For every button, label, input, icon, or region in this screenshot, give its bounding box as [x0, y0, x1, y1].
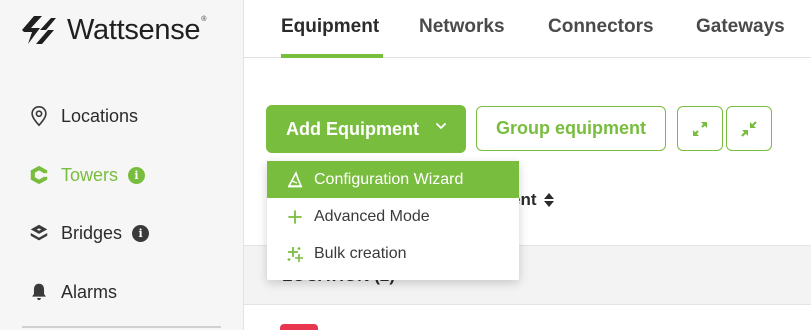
menu-item-advanced-mode[interactable]: Advanced Mode — [267, 198, 519, 235]
expand-arrows-icon — [693, 121, 707, 136]
menu-item-bulk-creation[interactable]: Bulk creation — [267, 235, 519, 272]
sidebar-item-bridges[interactable]: Bridges i — [26, 218, 150, 248]
info-icon[interactable]: i — [132, 224, 150, 242]
top-tabs: Equipment Networks Connectors Gateways — [244, 0, 811, 58]
sort-icon — [543, 193, 554, 207]
sidebar-item-label: Locations — [61, 105, 139, 126]
wizard-hat-icon — [285, 170, 305, 190]
menu-item-configuration-wizard[interactable]: Configuration Wizard — [267, 161, 519, 198]
add-equipment-label: Add Equipment — [286, 118, 419, 139]
location-pin-icon — [26, 103, 52, 129]
active-tab-indicator — [281, 54, 383, 58]
tab-equipment[interactable]: Equipment — [281, 16, 379, 38]
chevron-down-icon — [436, 123, 446, 129]
add-equipment-button[interactable]: Add Equipment — [266, 105, 466, 153]
tab-connectors[interactable]: Connectors — [548, 16, 654, 38]
tab-gateways[interactable]: Gateways — [696, 16, 785, 38]
brand-logo[interactable]: Wattsense ® — [18, 12, 206, 48]
bridge-layers-icon — [26, 220, 52, 246]
brand-registered-mark: ® — [201, 16, 207, 23]
menu-item-label: Bulk creation — [314, 244, 407, 262]
sidebar-item-alarms[interactable]: Alarms — [26, 277, 117, 307]
add-equipment-menu: Configuration Wizard Advanced Mode Bulk … — [267, 161, 519, 280]
menu-item-label: Configuration Wizard — [314, 170, 464, 188]
collapse-button[interactable] — [726, 106, 772, 151]
sidebar-item-towers[interactable]: Towers i — [26, 160, 146, 190]
tab-networks[interactable]: Networks — [419, 16, 505, 38]
status-badge — [280, 324, 318, 330]
bulk-sparkle-icon — [285, 244, 305, 264]
expand-button[interactable] — [677, 106, 723, 151]
bell-icon — [26, 279, 52, 305]
menu-item-label: Advanced Mode — [314, 207, 430, 225]
info-icon[interactable]: i — [128, 166, 146, 184]
sidebar-item-label: Bridges — [61, 222, 123, 243]
sidebar-divider — [22, 326, 221, 328]
sidebar-item-locations[interactable]: Locations — [26, 101, 138, 131]
sidebar-item-label: Alarms — [61, 281, 118, 302]
collapse-arrows-icon — [741, 120, 757, 137]
wattsense-logo-icon — [22, 16, 56, 44]
plus-icon — [285, 207, 305, 227]
sidebar-item-label: Towers — [61, 164, 119, 185]
sidebar: Wattsense ® Locations Towers i Bridges i… — [0, 0, 244, 330]
group-equipment-button[interactable]: Group equipment — [476, 106, 666, 151]
brand-name: Wattsense — [67, 13, 201, 46]
tower-icon — [26, 162, 52, 188]
